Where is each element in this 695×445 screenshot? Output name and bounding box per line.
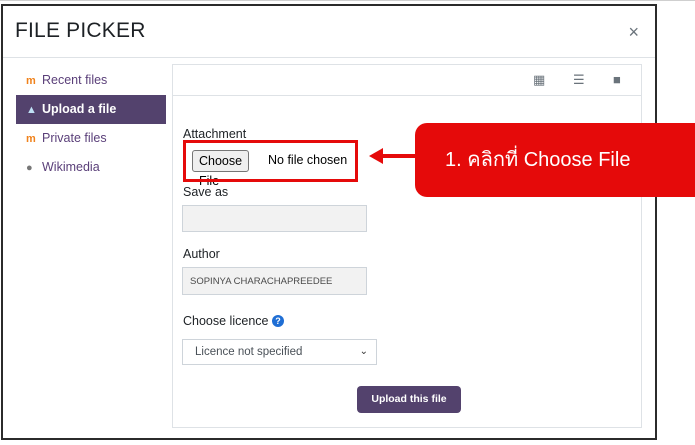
attachment-label: Attachment: [183, 127, 247, 141]
licence-select[interactable]: Licence not specified ⌄: [182, 339, 377, 365]
licence-label: Choose licence ?: [183, 314, 284, 328]
licence-label-text: Choose licence: [183, 314, 269, 328]
save-as-label: Save as: [183, 185, 229, 199]
sidebar-item-label: Recent files: [42, 73, 108, 87]
folder-view-icon[interactable]: ■: [613, 72, 621, 87]
chevron-down-icon: ⌄: [359, 346, 368, 357]
author-label: Author: [183, 247, 220, 261]
upload-panel: ▦ ☰ ■: [172, 64, 642, 428]
help-icon[interactable]: ?: [271, 315, 284, 327]
grid-view-icon[interactable]: ▦: [533, 72, 545, 88]
author-field[interactable]: SOPINYA CHARACHAPREEDEE: [182, 267, 367, 295]
sidebar-item-private-files[interactable]: m Private files: [16, 124, 166, 153]
sidebar-item-wikimedia[interactable]: ● Wikimedia: [16, 153, 166, 182]
close-icon[interactable]: ×: [628, 22, 639, 43]
licence-selected-value: Licence not specified: [195, 346, 303, 358]
toolbar-divider: [173, 95, 641, 96]
highlight-box: [183, 140, 358, 182]
sidebar-item-upload-a-file[interactable]: ▲ Upload a file: [16, 95, 166, 124]
upload-this-file-button[interactable]: Upload this file: [357, 386, 461, 413]
moodle-logo-icon: m: [26, 75, 36, 87]
dialog-title: FILE PICKER: [15, 19, 146, 42]
sidebar-item-label: Wikimedia: [42, 160, 100, 174]
sidebar-item-label: Upload a file: [42, 102, 117, 116]
sidebar-item-label: Private files: [42, 131, 107, 145]
upload-icon: ▲: [26, 104, 37, 116]
save-as-field[interactable]: [182, 205, 367, 232]
repository-sidebar: m Recent files ▲ Upload a file m Private fi…: [16, 66, 166, 182]
wikimedia-globe-icon: ●: [26, 162, 33, 174]
moodle-logo-icon: m: [26, 133, 36, 145]
dialog-header: FILE PICKER ×: [3, 6, 655, 58]
sidebar-item-recent-files[interactable]: m Recent files: [16, 66, 166, 95]
instruction-callout: 1. คลิกที่ Choose File: [415, 123, 695, 197]
arrow-line: [380, 154, 420, 158]
list-view-icon[interactable]: ☰: [573, 72, 585, 88]
top-border: [0, 0, 695, 1]
